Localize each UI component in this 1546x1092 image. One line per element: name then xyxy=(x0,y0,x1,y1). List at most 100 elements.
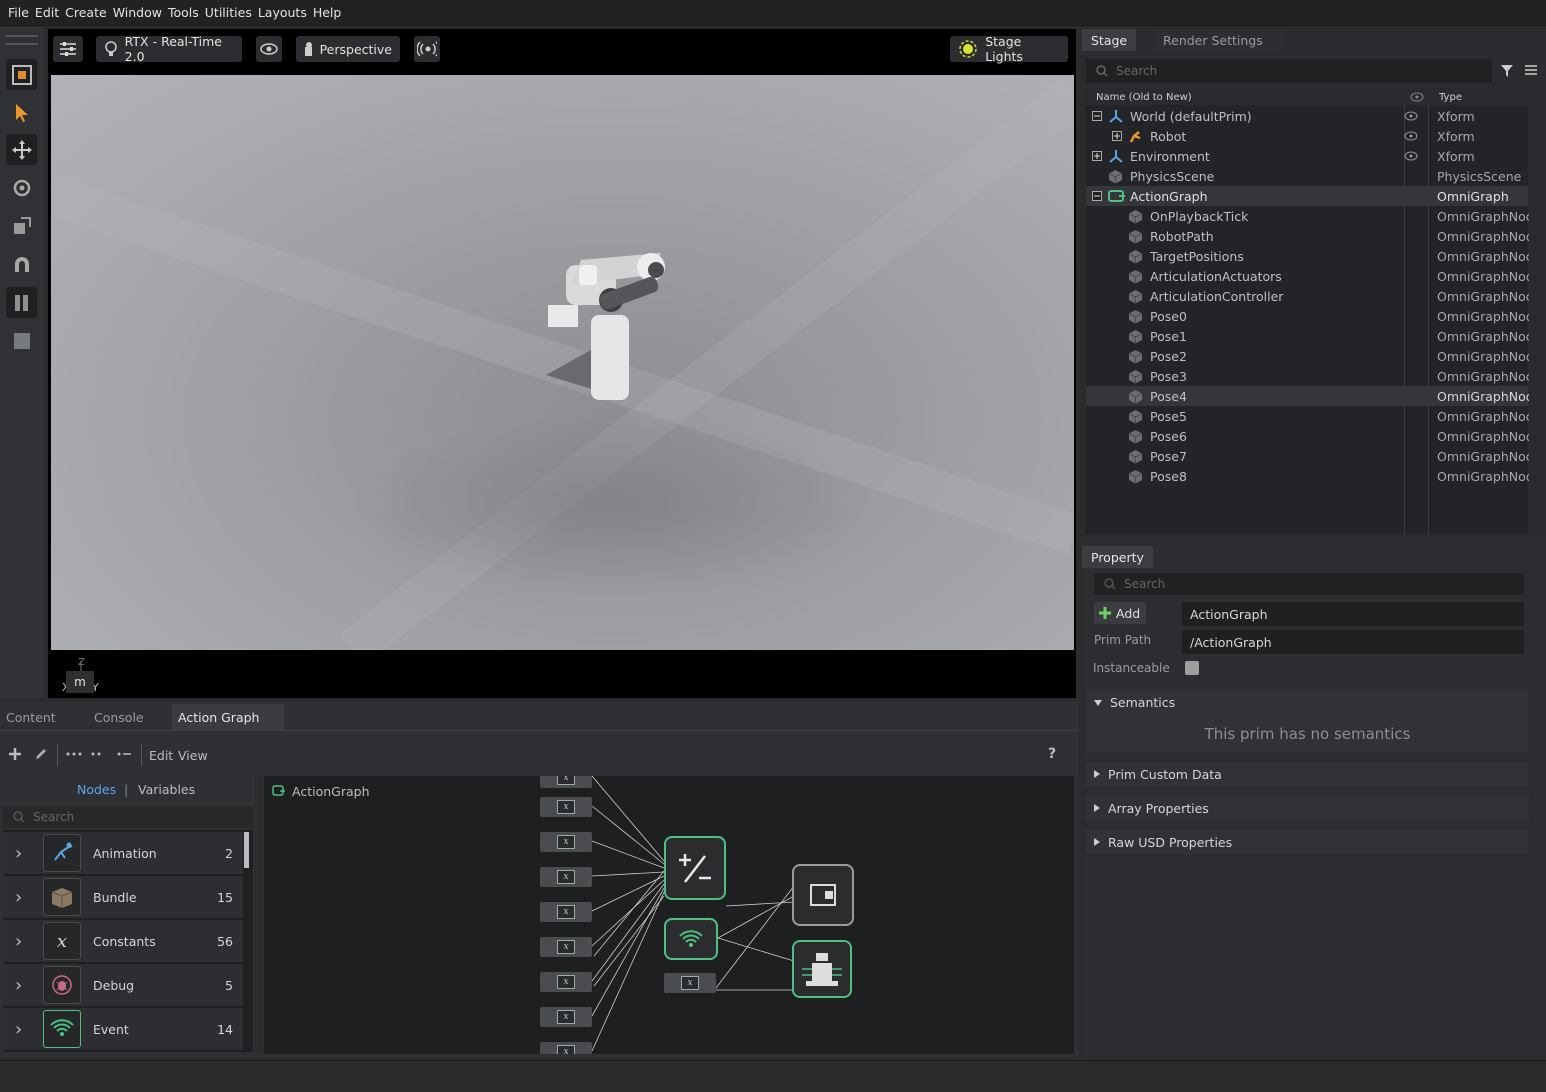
constant-node[interactable]: x xyxy=(540,937,592,957)
menu-help[interactable]: Help xyxy=(313,5,342,20)
broadcast-button[interactable] xyxy=(414,36,440,62)
viewport-scene[interactable] xyxy=(51,75,1074,650)
eye-icon[interactable] xyxy=(1404,111,1418,121)
menu-layouts[interactable]: Layouts xyxy=(258,5,307,20)
tab-console[interactable]: Console xyxy=(88,704,150,730)
category-bundle[interactable]: › Bundle 15 xyxy=(3,876,243,918)
viewport[interactable]: RTX - Real-Time 2.0 Perspective Stage Li… xyxy=(48,29,1076,698)
property-search-input[interactable]: Search xyxy=(1094,573,1524,595)
layout-dots-icon[interactable] xyxy=(117,751,133,757)
collapse-icon[interactable] xyxy=(1092,191,1102,201)
tree-row-targetpositions[interactable]: TargetPositions OmniGraphNode xyxy=(1086,246,1529,266)
col-name-header[interactable]: Name (Old to New) xyxy=(1096,92,1192,103)
category-constants[interactable]: › x Constants 56 xyxy=(3,920,243,962)
instanceable-checkbox[interactable] xyxy=(1185,661,1199,675)
tree-row-pose5[interactable]: Pose5 OmniGraphNode xyxy=(1086,406,1529,426)
expand-icon[interactable] xyxy=(1092,151,1102,161)
nodes-search-input[interactable]: Search xyxy=(3,806,253,828)
eye-icon[interactable] xyxy=(1404,151,1418,161)
menu-icon[interactable] xyxy=(1524,63,1538,77)
tab-action-graph[interactable]: Action Graph xyxy=(172,704,284,730)
category-event[interactable]: › Event 14 xyxy=(3,1008,243,1050)
col-type-header[interactable]: Type xyxy=(1439,92,1462,103)
menu-create[interactable]: Create xyxy=(65,5,107,20)
semantics-header[interactable]: Semantics xyxy=(1094,695,1175,710)
prim-name-field[interactable]: ActionGraph xyxy=(1182,602,1524,626)
articulation-controller-node[interactable] xyxy=(792,940,852,998)
tab-nodes[interactable]: Nodes xyxy=(77,782,116,797)
camera-button[interactable]: Perspective xyxy=(296,36,400,62)
layout-dots-icon[interactable] xyxy=(91,751,103,757)
help-button[interactable]: ? xyxy=(1048,746,1056,762)
constant-node[interactable]: x xyxy=(540,832,592,852)
stage-search-input[interactable]: Search xyxy=(1086,59,1492,83)
visibility-button[interactable] xyxy=(256,36,282,62)
move-tool-button[interactable] xyxy=(6,134,37,165)
eye-icon[interactable] xyxy=(1404,131,1418,141)
splitter-handle[interactable] xyxy=(255,776,263,1054)
collapse-icon[interactable] xyxy=(1092,111,1102,121)
menu-graph-edit[interactable]: Edit xyxy=(149,748,173,763)
constant-node[interactable]: x xyxy=(540,972,592,992)
units-badge[interactable]: m xyxy=(66,671,94,693)
constant-node[interactable]: x xyxy=(664,973,716,993)
tree-row-pose1[interactable]: Pose1 OmniGraphNode xyxy=(1086,326,1529,346)
tree-row-pose3[interactable]: Pose3 OmniGraphNode xyxy=(1086,366,1529,386)
layout-dots-icon[interactable] xyxy=(66,751,82,757)
tree-row-physicsscene[interactable]: PhysicsScene PhysicsScene xyxy=(1086,166,1528,186)
stage-lights-button[interactable]: Stage Lights xyxy=(950,34,1068,64)
tree-row-pose2[interactable]: Pose2 OmniGraphNode xyxy=(1086,346,1529,366)
toolbar-grip[interactable] xyxy=(6,35,38,45)
tab-stage[interactable]: Stage xyxy=(1082,29,1137,51)
select-tool-button[interactable] xyxy=(6,97,37,128)
tree-row-articulationcontroller[interactable]: ArticulationController OmniGraphNode xyxy=(1086,286,1529,306)
pencil-icon[interactable] xyxy=(34,747,48,761)
tree-row-pose7[interactable]: Pose7 OmniGraphNode xyxy=(1086,446,1529,466)
tree-row-robotpath[interactable]: RobotPath OmniGraphNode xyxy=(1086,226,1529,246)
tree-row-world[interactable]: World (defaultPrim) Xform xyxy=(1086,106,1528,126)
constant-node[interactable]: x xyxy=(540,902,592,922)
add-button[interactable]: Add xyxy=(1094,602,1146,624)
raw-usd-properties-section[interactable]: Raw USD Properties xyxy=(1086,830,1529,854)
on-playback-tick-node[interactable] xyxy=(664,918,718,960)
tab-content[interactable]: Content xyxy=(0,704,62,730)
constant-node[interactable]: x xyxy=(540,1042,592,1054)
tree-row-articulationactuators[interactable]: ArticulationActuators OmniGraphNode xyxy=(1086,266,1529,286)
select-mode-button[interactable] xyxy=(6,59,37,90)
prim-path-field[interactable]: /ActionGraph xyxy=(1182,630,1524,654)
tree-row-onplaybacktick[interactable]: OnPlaybackTick OmniGraphNode xyxy=(1086,206,1529,226)
category-debug[interactable]: › Debug 5 xyxy=(3,964,243,1006)
tab-variables[interactable]: Variables xyxy=(138,782,195,797)
tree-row-actiongraph[interactable]: ActionGraph OmniGraph xyxy=(1086,186,1528,206)
node-list-scrollbar[interactable] xyxy=(244,832,249,868)
viewport-settings-button[interactable] xyxy=(53,36,83,62)
scale-tool-button[interactable] xyxy=(6,210,37,241)
stop-button[interactable] xyxy=(6,325,37,356)
action-graph-canvas[interactable]: ActionGraph x x x x x x x x x x xyxy=(264,776,1074,1054)
menu-edit[interactable]: Edit xyxy=(35,5,59,20)
menu-tools[interactable]: Tools xyxy=(168,5,199,20)
plus-icon[interactable] xyxy=(8,747,22,761)
snap-button[interactable] xyxy=(6,249,37,280)
tree-row-pose8[interactable]: Pose8 OmniGraphNode xyxy=(1086,466,1529,486)
tree-row-pose4[interactable]: Pose4 OmniGraphNode xyxy=(1086,386,1529,406)
tree-row-pose0[interactable]: Pose0 OmniGraphNode xyxy=(1086,306,1529,326)
filter-icon[interactable] xyxy=(1500,63,1516,79)
tree-row-robot[interactable]: Robot Xform xyxy=(1086,126,1528,146)
tab-property[interactable]: Property xyxy=(1082,546,1153,568)
menu-utilities[interactable]: Utilities xyxy=(205,5,252,20)
math-node[interactable] xyxy=(664,836,726,900)
pause-button[interactable] xyxy=(6,287,37,318)
articulation-actuators-node[interactable] xyxy=(792,864,854,926)
expand-icon[interactable] xyxy=(1112,131,1122,141)
renderer-button[interactable]: RTX - Real-Time 2.0 xyxy=(96,34,242,64)
tree-row-environment[interactable]: Environment Xform xyxy=(1086,146,1528,166)
rotate-tool-button[interactable] xyxy=(6,172,37,203)
array-properties-section[interactable]: Array Properties xyxy=(1086,796,1529,820)
prim-custom-data-section[interactable]: Prim Custom Data xyxy=(1086,762,1529,786)
constant-node[interactable]: x xyxy=(540,797,592,817)
tree-row-pose6[interactable]: Pose6 OmniGraphNode xyxy=(1086,426,1529,446)
menu-graph-view[interactable]: View xyxy=(178,748,208,763)
menu-window[interactable]: Window xyxy=(113,5,162,20)
constant-node[interactable]: x xyxy=(540,776,592,788)
